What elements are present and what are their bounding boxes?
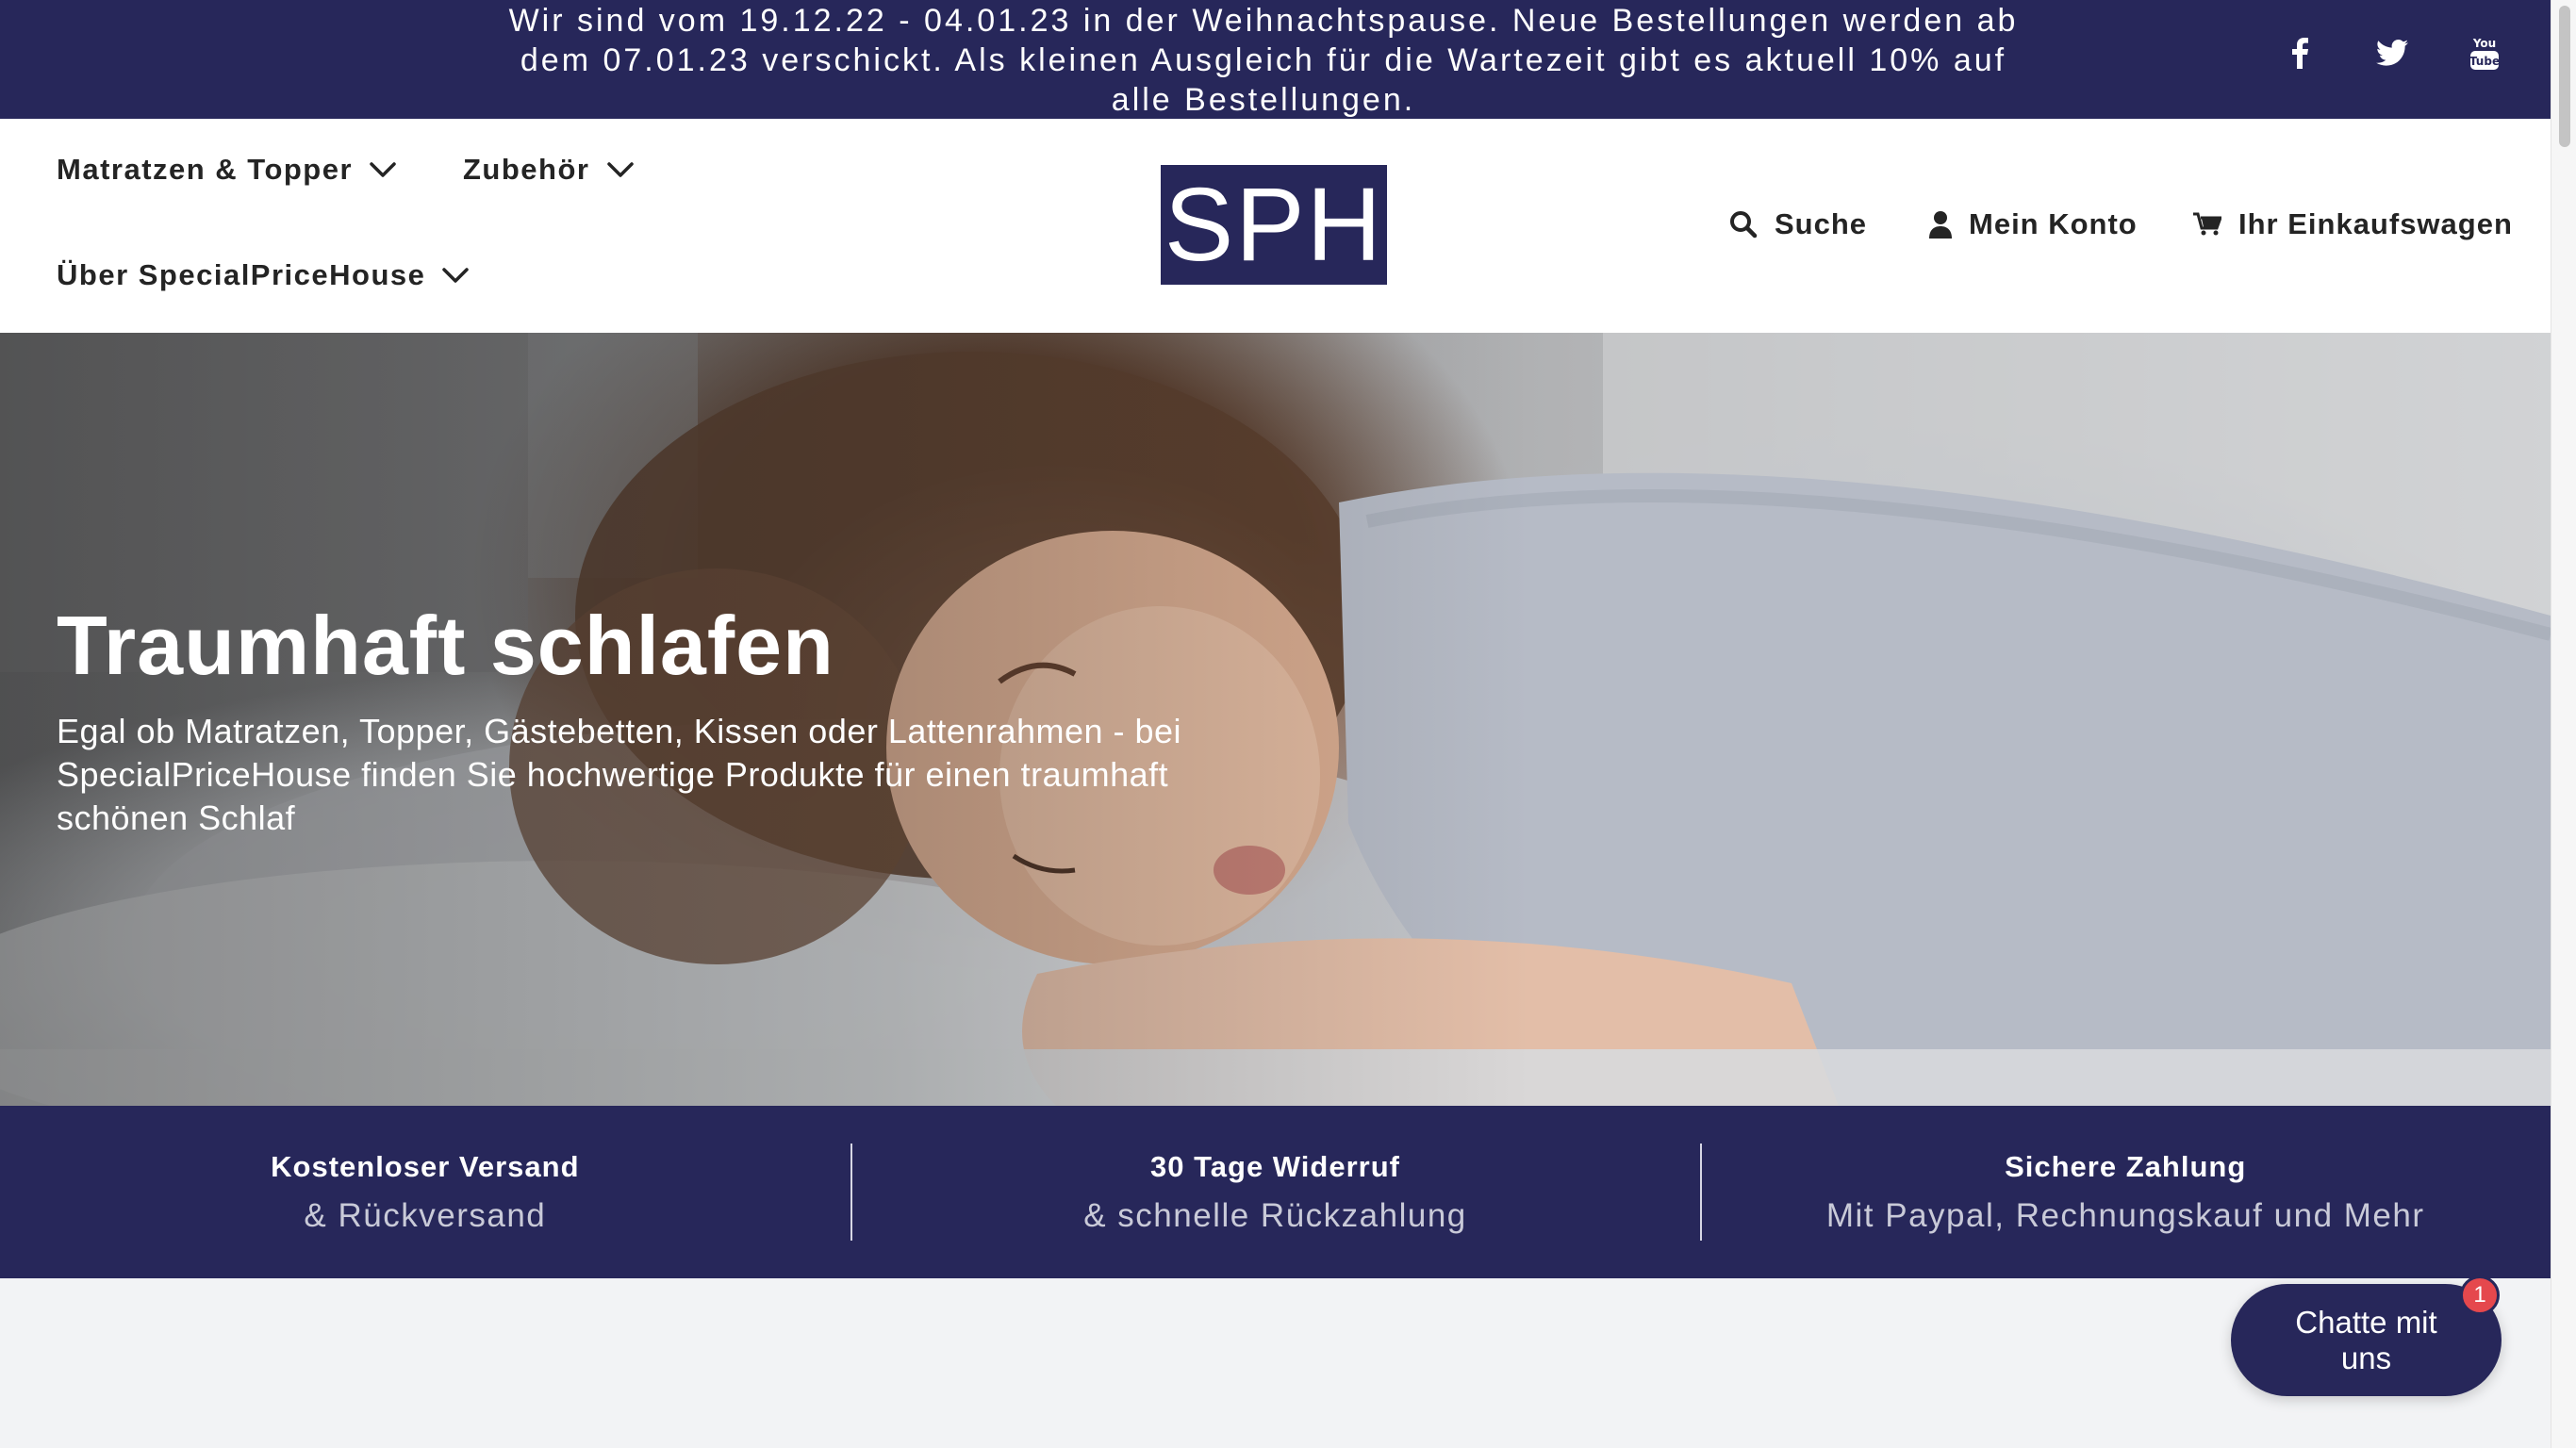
usp-item: Kostenloser Versand & Rückversand <box>0 1106 850 1278</box>
chevron-down-icon <box>606 162 634 177</box>
chevron-down-icon <box>370 162 396 177</box>
cart-label: Ihr Einkaufswagen <box>2238 207 2513 240</box>
usp-subtitle: & Rückversand <box>304 1196 547 1234</box>
social-links: You Tube <box>2281 34 2503 72</box>
usp-bar: Kostenloser Versand & Rückversand 30 Tag… <box>0 1106 2551 1278</box>
announcement-bar: Wir sind vom 19.12.22 - 04.01.23 in der … <box>0 0 2551 119</box>
youtube-icon[interactable]: You Tube <box>2466 34 2503 72</box>
nav-label: Zubehör <box>463 153 590 186</box>
usp-item: Sichere Zahlung Mit Paypal, Rechnungskau… <box>1700 1106 2551 1278</box>
announcement-text: Wir sind vom 19.12.22 - 04.01.23 in der … <box>508 3 2019 118</box>
account-link[interactable]: Mein Konto <box>1929 207 2138 241</box>
site-header: Matratzen & Topper Zubehör Über SpecialP… <box>0 119 2551 333</box>
usp-title: 30 Tage Widerruf <box>1150 1149 1400 1183</box>
chat-notification-badge: 1 <box>2460 1275 2500 1315</box>
chevron-down-icon <box>442 268 470 283</box>
nav-label: Matratzen & Topper <box>57 153 354 186</box>
usp-title: Sichere Zahlung <box>2005 1149 2247 1183</box>
nav-ueber-specialpricehouse[interactable]: Über SpecialPriceHouse <box>57 258 470 292</box>
site-logo[interactable]: SPH <box>1161 165 1387 285</box>
scrollbar-thumb[interactable] <box>2559 6 2570 147</box>
hero-banner: Traumhaft schlafen Egal ob Matratzen, To… <box>0 333 2551 1106</box>
usp-subtitle: Mit Paypal, Rechnungskauf und Mehr <box>1825 1196 2425 1234</box>
cart-link[interactable]: Ihr Einkaufswagen <box>2193 207 2513 241</box>
usp-title: Kostenloser Versand <box>271 1149 580 1183</box>
nav-zubehoer[interactable]: Zubehör <box>463 153 634 187</box>
usp-item: 30 Tage Widerruf & schnelle Rückzahlung <box>850 1106 1701 1278</box>
hero-title: Traumhaft schlafen <box>57 599 834 692</box>
facebook-icon[interactable] <box>2281 34 2319 72</box>
nav-label: Über SpecialPriceHouse <box>57 258 426 291</box>
user-icon <box>1929 211 1952 239</box>
cart-icon <box>2193 212 2221 236</box>
nav-matratzen-topper[interactable]: Matratzen & Topper <box>57 153 396 187</box>
hero-description: Egal ob Matratzen, Topper, Gästebetten, … <box>57 712 1182 837</box>
page-scrollbar[interactable] <box>2551 0 2576 1448</box>
search-icon <box>1730 211 1758 239</box>
search-label: Suche <box>1775 207 1868 240</box>
svg-text:You: You <box>2472 37 2496 50</box>
search-link[interactable]: Suche <box>1729 207 1867 241</box>
twitter-icon[interactable] <box>2373 34 2411 72</box>
usp-subtitle: & schnelle Rückzahlung <box>1083 1196 1467 1234</box>
account-label: Mein Konto <box>1969 207 2138 240</box>
svg-text:Tube: Tube <box>2469 55 2500 68</box>
